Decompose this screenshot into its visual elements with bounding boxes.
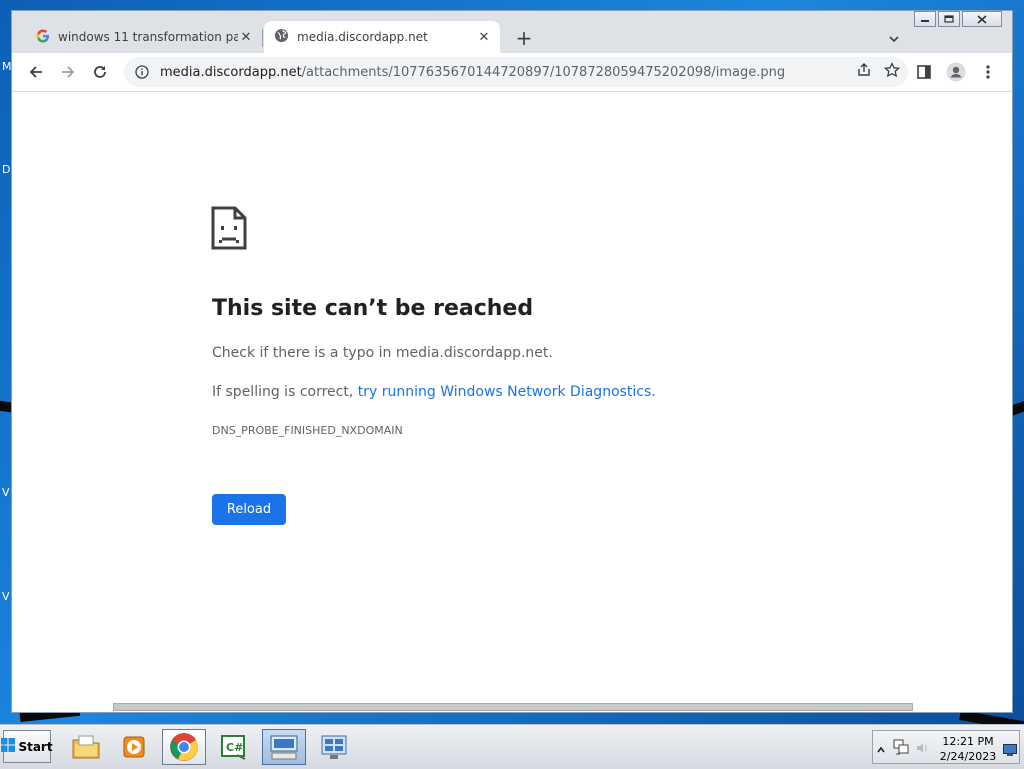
- close-tab-icon[interactable]: ✕: [238, 29, 254, 45]
- chrome-icon[interactable]: [162, 729, 206, 765]
- tab-separator: [262, 29, 263, 47]
- network-status-icon[interactable]: [893, 739, 909, 759]
- back-arrow-icon[interactable]: [24, 60, 48, 84]
- globe-icon: [274, 28, 289, 46]
- bookmark-star-icon[interactable]: [883, 61, 901, 82]
- show-hidden-icons-chevron-icon[interactable]: [877, 740, 885, 759]
- clock-date: 2/24/2023: [939, 750, 997, 763]
- browser-window: windows 11 transformation pack ✕ media.d…: [11, 10, 1013, 713]
- error-heading: This site can’t be reached: [212, 296, 534, 321]
- reload-icon[interactable]: [88, 60, 112, 84]
- desktop-icon-label[interactable]: D: [2, 163, 10, 176]
- network-app-icon[interactable]: [312, 729, 356, 765]
- forward-arrow-icon[interactable]: [56, 60, 80, 84]
- address-bar[interactable]: media.discordapp.net/attachments/1077635…: [124, 57, 908, 87]
- tab-title: media.discordapp.net: [297, 30, 428, 44]
- reload-button[interactable]: Reload: [212, 494, 286, 525]
- tab-discord-media[interactable]: media.discordapp.net ✕: [264, 21, 500, 53]
- side-panel-icon[interactable]: [912, 60, 936, 84]
- volume-icon[interactable]: [915, 740, 929, 759]
- tab-title: windows 11 transformation pack: [58, 30, 238, 44]
- browser-toolbar: media.discordapp.net/attachments/1077635…: [12, 53, 1012, 92]
- page-content: This site can’t be reached Check if ther…: [12, 92, 1012, 712]
- desktop-icon-label[interactable]: V: [2, 486, 10, 499]
- keyboard-app-icon[interactable]: [262, 729, 306, 765]
- error-code: DNS_PROBE_FINISHED_NXDOMAIN: [212, 424, 403, 437]
- new-tab-button[interactable]: +: [512, 26, 536, 50]
- menu-dots-icon[interactable]: [976, 60, 1000, 84]
- horizontal-scrollbar[interactable]: [113, 703, 913, 711]
- desktop-icon-label[interactable]: V: [2, 590, 10, 603]
- url-text[interactable]: media.discordapp.net/attachments/1077635…: [160, 65, 856, 80]
- diagnostics-suffix: .: [651, 384, 656, 400]
- windows-logo-icon: [1, 738, 16, 755]
- tab-google-search[interactable]: windows 11 transformation pack ✕: [24, 21, 262, 53]
- sad-document-icon: [211, 206, 247, 254]
- omnibox-actions: [856, 61, 901, 82]
- taskbar-clock[interactable]: 12:21 PM 2/24/2023: [933, 734, 1003, 764]
- minimize-button[interactable]: [914, 11, 936, 27]
- start-label: Start: [18, 739, 53, 754]
- diagnostics-prefix: If spelling is correct,: [212, 384, 358, 400]
- taskbar: Start C# 12:21 PM 2/24/2023: [0, 724, 1024, 769]
- system-tray: 12:21 PM 2/24/2023: [872, 730, 1020, 764]
- site-info-icon[interactable]: [132, 62, 152, 82]
- csharp-icon[interactable]: C#: [212, 729, 256, 765]
- file-explorer-icon[interactable]: [64, 729, 108, 765]
- media-player-icon[interactable]: [112, 729, 156, 765]
- start-button[interactable]: Start: [1, 730, 53, 763]
- url-path: /attachments/1077635670144720897/1078728…: [301, 64, 786, 80]
- share-icon[interactable]: [856, 62, 872, 82]
- tab-strip: windows 11 transformation pack ✕ media.d…: [12, 11, 1012, 53]
- svg-text:C#: C#: [226, 741, 243, 754]
- tab-search-chevron-icon[interactable]: [882, 27, 906, 51]
- close-window-button[interactable]: [962, 11, 1002, 27]
- restore-button[interactable]: [938, 11, 960, 27]
- profile-avatar-icon[interactable]: [944, 60, 968, 84]
- error-diagnostics-hint: If spelling is correct, try running Wind…: [212, 384, 656, 400]
- close-tab-icon[interactable]: ✕: [476, 29, 492, 45]
- google-g-icon: [36, 29, 50, 46]
- window-controls: [914, 11, 1002, 27]
- network-diagnostics-link[interactable]: try running Windows Network Diagnostics: [358, 384, 652, 400]
- clock-time: 12:21 PM: [942, 735, 994, 748]
- error-typo-hint: Check if there is a typo in media.discor…: [212, 345, 553, 361]
- url-host: media.discordapp.net: [160, 64, 302, 80]
- show-desktop-icon[interactable]: [1003, 741, 1017, 760]
